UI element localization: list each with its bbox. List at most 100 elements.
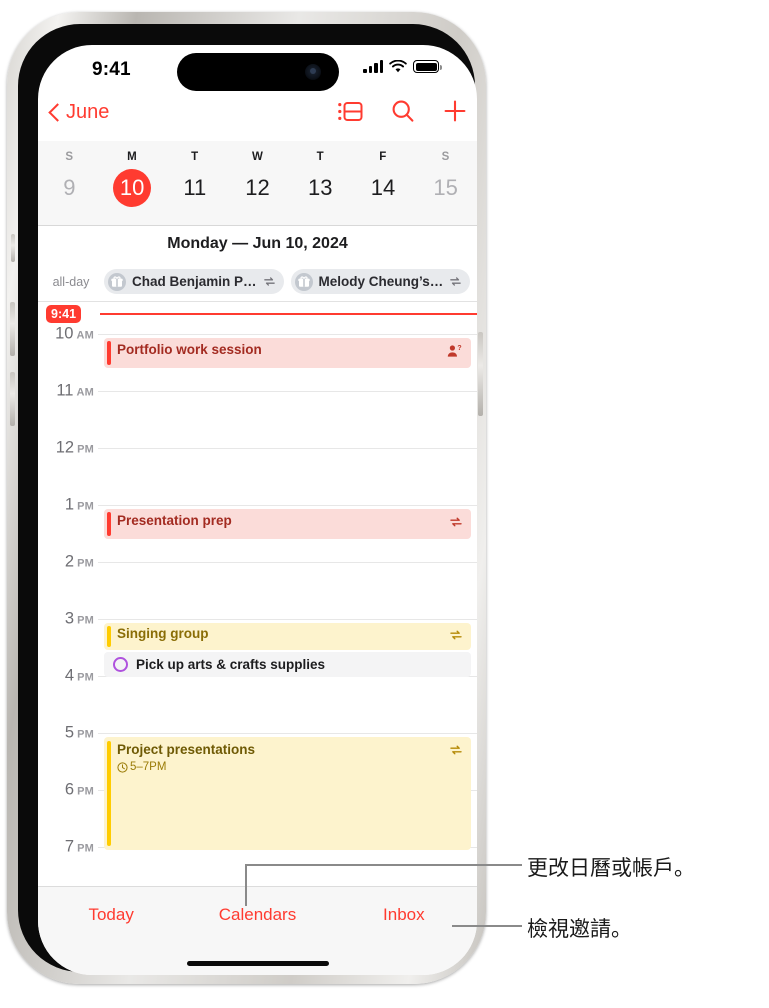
all-day-event-chip[interactable]: Melody Cheung’s… [290,269,471,294]
dow-label: F [379,151,387,163]
week-date-10[interactable]: 10 [101,163,164,213]
volume-up-button[interactable] [10,302,15,356]
reminder-pick-up-arts-crafts-supplies[interactable]: Pick up arts & crafts supplies [104,652,471,677]
reminder-checkbox-icon[interactable] [113,657,128,672]
event-color-bar [107,626,111,647]
week-date-14[interactable]: 14 [352,163,415,213]
hour-label: 3 PM [64,609,94,628]
day-header-title: Monday — Jun 10, 2024 [167,235,348,252]
tab-today[interactable]: Today [38,905,184,925]
home-indicator[interactable] [186,961,329,966]
week-day-column[interactable]: W [226,141,289,163]
screenshot-root: 9:41 June S M T W T F S 9 10 11 12 13 14… [0,0,769,1008]
status-bar-time: 9:41 [92,59,131,80]
tab-inbox[interactable]: Inbox [331,905,477,925]
hour-label: 6 PM [64,780,94,799]
event-project-presentations[interactable]: Project presentations 5–7PM [104,737,471,850]
week-date-9[interactable]: 9 [38,163,101,213]
chevron-left-icon [50,103,61,122]
invitee-pending-icon: ? [447,345,462,357]
event-presentation-prep[interactable]: Presentation prep [104,509,471,539]
day-header: Monday — Jun 10, 2024 [38,226,477,262]
week-date-row: 9 10 11 12 13 14 15 [38,163,477,213]
add-event-icon[interactable] [443,99,467,123]
all-day-label: all-day [52,274,90,289]
week-day-column[interactable]: S [414,141,477,163]
event-title: Portfolio work session [117,342,262,357]
dow-label: S [65,151,74,163]
event-portfolio-work-session[interactable]: Portfolio work session ? [104,338,471,368]
phone-bezel: 9:41 June S M T W T F S 9 10 11 12 13 14… [18,24,477,975]
hour-gridline [98,619,477,620]
dow-label: M [127,151,138,163]
date-number: 11 [183,175,207,200]
back-button-label: June [66,101,110,123]
front-camera-icon [305,64,321,80]
back-to-month-button[interactable]: June [50,101,109,124]
hour-label: 5 PM [64,723,94,742]
dow-label: W [251,151,264,163]
date-number-selected: 10 [113,169,152,207]
week-date-13[interactable]: 13 [289,163,352,213]
tab-calendars[interactable]: Calendars [184,905,330,925]
day-timeline[interactable]: 10 AM 11 AM 12 PM 1 PM 2 PM 3 PM 4 PM 5 PM 6 PM 7… [38,302,477,886]
day-list-view-icon[interactable] [338,100,363,123]
callout-leader-calendars-vertical [245,864,247,906]
date-number: 15 [433,175,458,200]
repeat-icon [450,277,462,286]
search-icon[interactable] [391,99,415,123]
hour-gridline [98,334,477,335]
date-number: 12 [245,175,270,200]
event-singing-group[interactable]: Singing group [104,623,471,650]
week-day-column[interactable]: M [101,141,164,163]
event-color-bar [107,741,111,846]
week-day-column[interactable]: T [289,141,352,163]
event-color-bar [107,512,111,536]
all-day-event-chip[interactable]: Chad Benjamin P… [104,269,284,294]
callout-view-invitations: 檢視邀請。 [527,917,632,941]
callout-leader-inbox [452,925,522,927]
dow-label: T [191,151,199,163]
hour-label: 4 PM [64,666,94,685]
power-button[interactable] [478,332,483,416]
status-bar-indicators [363,60,442,73]
navigation-bar: June [38,95,477,141]
week-day-column[interactable]: T [163,141,226,163]
hour-label: 7 PM [64,837,94,856]
hour-gridline [98,505,477,506]
event-time-range: 5–7PM [117,761,166,773]
hour-label: 1 PM [64,495,94,514]
dynamic-island [177,53,339,91]
event-color-bar [107,341,111,365]
date-number: 9 [63,175,76,200]
volume-down-button[interactable] [10,372,15,426]
all-day-event-title: Melody Cheung’s… [318,274,444,289]
cellular-signal-icon [363,60,383,73]
week-date-12[interactable]: 12 [226,163,289,213]
hour-gridline [98,733,477,734]
gift-icon [108,272,126,291]
week-date-11[interactable]: 11 [163,163,226,213]
week-day-column[interactable]: F [352,141,415,163]
alarm-clock-icon [117,761,128,773]
tab-bar-items: Today Calendars Inbox [38,905,477,925]
gift-icon [294,272,313,291]
callout-leader-calendars-horizontal [245,864,522,866]
silent-switch[interactable] [11,234,15,262]
hour-gridline [98,448,477,449]
week-date-15[interactable]: 15 [414,163,477,213]
date-number: 14 [370,175,396,200]
hour-gridline [98,562,477,563]
all-day-row: all-day Chad Benjamin P… Melody Cheung’s… [38,262,477,302]
current-time-line [100,313,477,315]
event-title: Presentation prep [117,513,232,528]
hour-label: 10 AM [55,324,94,343]
date-number: 13 [307,175,333,200]
dow-label: S [441,151,450,163]
bottom-tab-bar: Today Calendars Inbox [38,886,477,975]
hour-label: 2 PM [64,552,94,571]
phone-screen: 9:41 June S M T W T F S 9 10 11 12 13 14… [38,45,477,975]
current-time-pill: 9:41 [46,305,82,323]
hour-label: 12 PM [55,438,94,457]
week-day-column[interactable]: S [38,141,101,163]
